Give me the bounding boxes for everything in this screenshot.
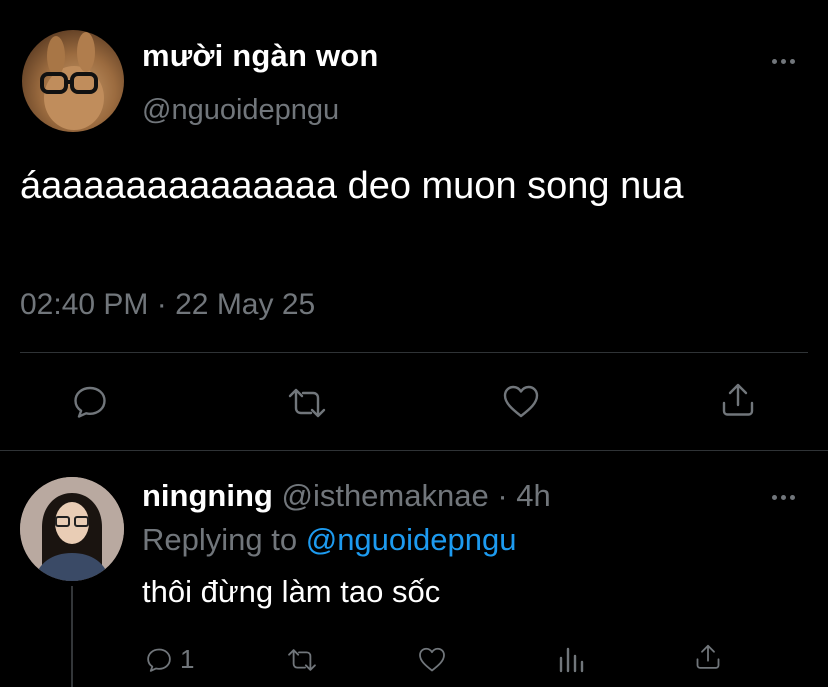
heart-icon[interactable]	[500, 382, 542, 422]
reply-author-handle[interactable]: @isthemaknae	[281, 478, 488, 513]
comment-icon[interactable]	[70, 382, 110, 422]
analytics-icon[interactable]	[556, 644, 586, 674]
tweet-date: 22 May 25	[175, 288, 316, 321]
author-avatar[interactable]	[22, 30, 124, 132]
tweet-text: áaaaaaaaaaaaaaa deo muon song nua	[20, 165, 684, 207]
reply-count: 1	[180, 644, 195, 674]
reply-header: ningning @isthemaknae · 4h	[142, 478, 551, 514]
author-name[interactable]: mười ngàn won	[142, 38, 379, 74]
replying-to: Replying to @nguoidepngu	[142, 522, 516, 558]
retweet-icon[interactable]	[286, 384, 328, 422]
replying-to-mention[interactable]: @nguoidepngu	[306, 522, 517, 557]
tweet-time: 02:40 PM	[20, 288, 149, 321]
reply-text: thôi đừng làm tao sốc	[142, 574, 441, 609]
author-handle[interactable]: @nguoidepngu	[142, 94, 339, 127]
reply-comment-button[interactable]: 1	[144, 644, 194, 675]
reply-author-name[interactable]: ningning	[142, 478, 273, 513]
retweet-icon[interactable]	[286, 645, 318, 675]
tweet-timestamp[interactable]: 02:40 PM · 22 May 25	[20, 288, 315, 322]
separator: ·	[497, 478, 508, 513]
more-icon[interactable]	[772, 492, 798, 502]
heart-icon[interactable]	[416, 645, 448, 675]
avatar-image	[20, 477, 124, 581]
replying-to-label: Replying to	[142, 522, 298, 557]
share-icon[interactable]	[718, 380, 758, 420]
separator: ·	[156, 288, 167, 321]
more-icon[interactable]	[772, 56, 798, 66]
divider	[20, 352, 808, 353]
reply-age[interactable]: 4h	[516, 478, 550, 513]
avatar-image	[40, 32, 104, 130]
thread-line	[71, 586, 73, 687]
divider	[0, 450, 828, 451]
comment-icon	[147, 648, 171, 672]
reply-author-avatar[interactable]	[20, 477, 124, 581]
share-icon[interactable]	[693, 642, 723, 672]
